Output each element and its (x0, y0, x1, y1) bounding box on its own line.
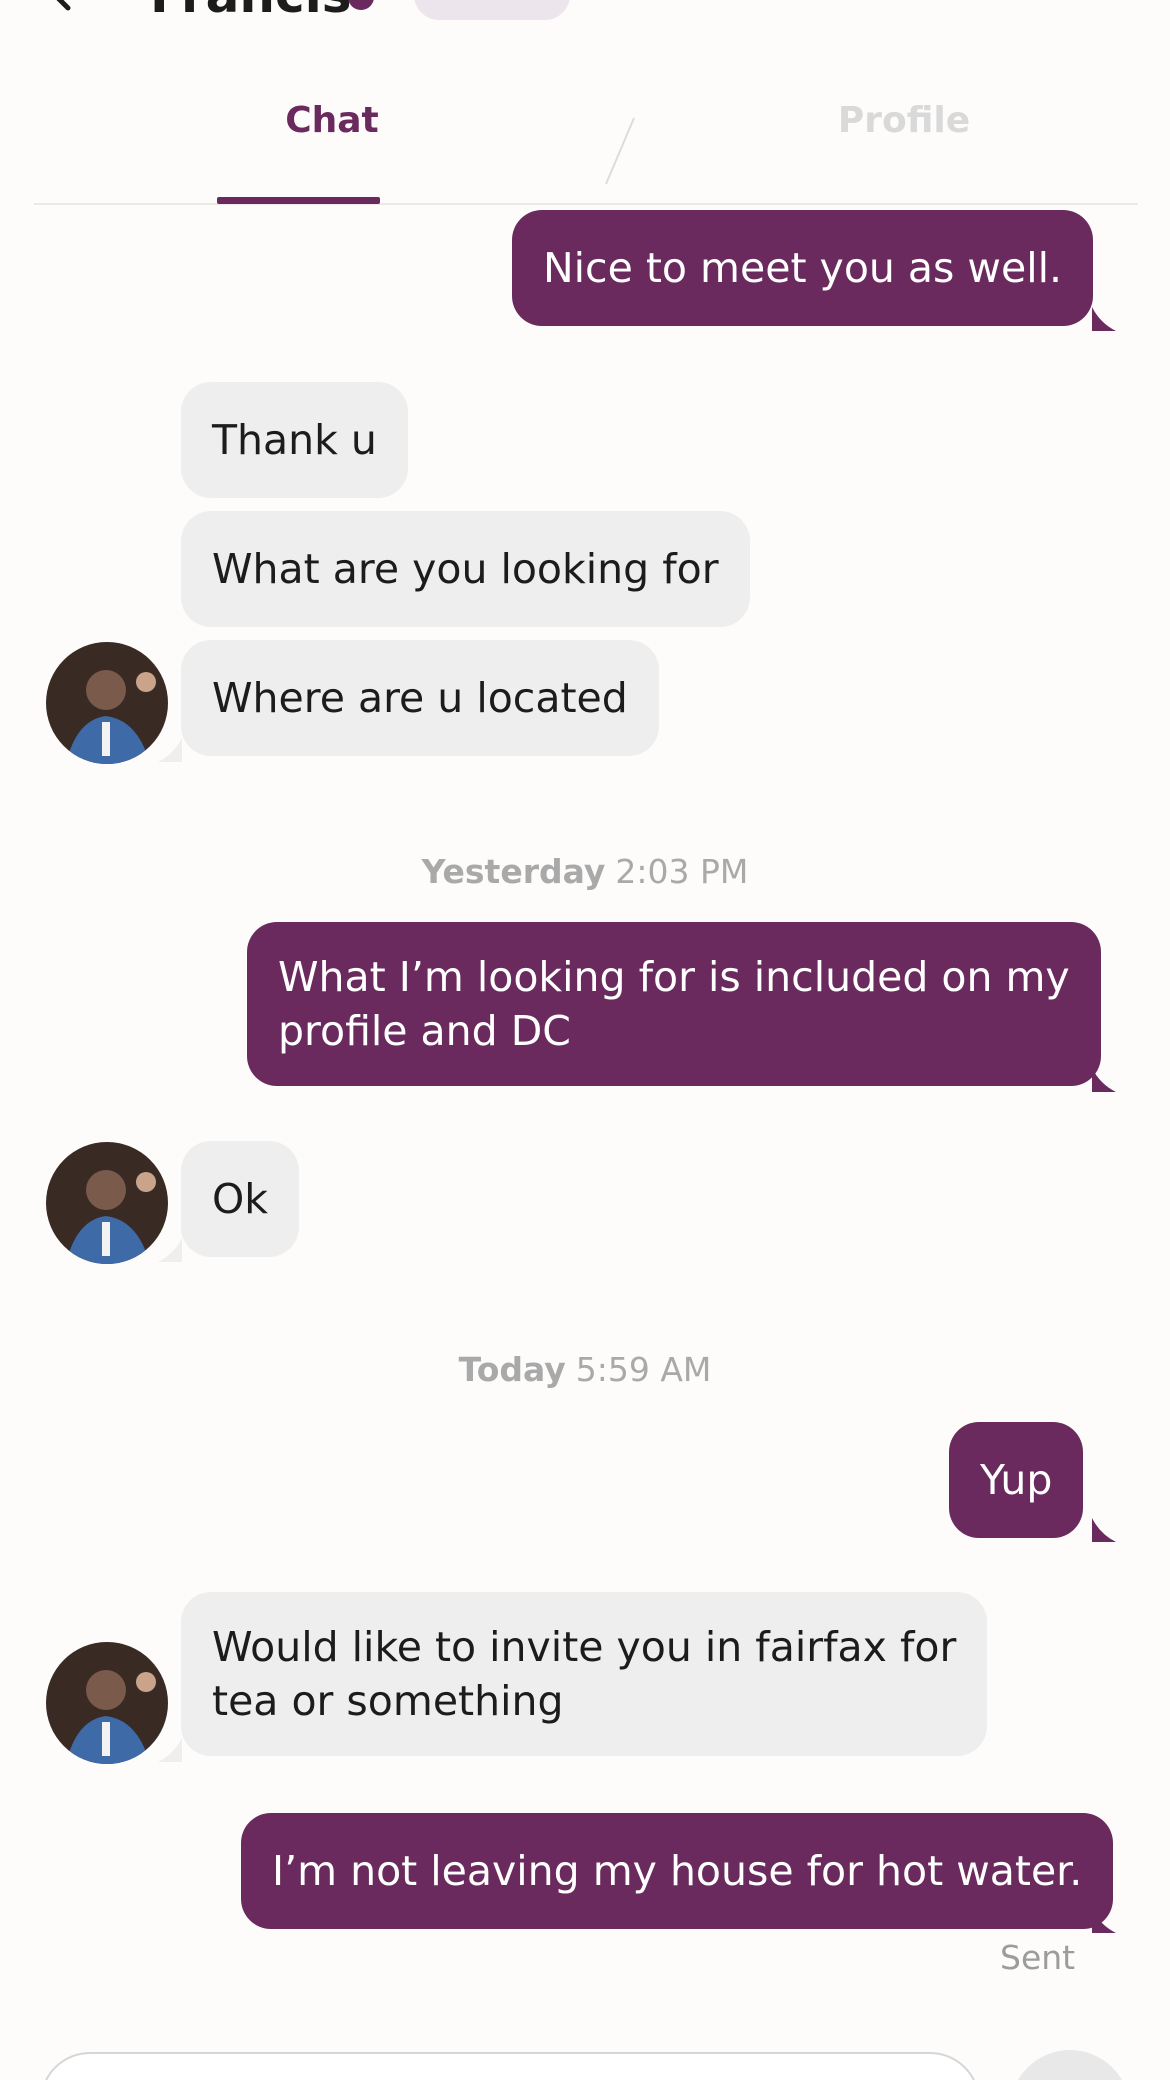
bubble-tail (1092, 1518, 1116, 1542)
chat-screen: Francis Chat Profile Nice to meet you as… (0, 0, 1170, 2080)
bubble-tail (1092, 1909, 1116, 1933)
timestamp-time: 2:03 PM (615, 852, 749, 891)
bubble-tail (158, 738, 182, 762)
avatar[interactable] (46, 642, 168, 764)
message-status: Sent (1000, 1938, 1076, 1977)
tab-chat[interactable]: Chat (202, 100, 462, 141)
avatar-photo (46, 1142, 168, 1264)
message-bubble-incoming[interactable]: What are you looking for (181, 511, 750, 627)
chat-header: Francis (0, 0, 1170, 30)
avatar-photo (46, 642, 168, 764)
bubble-tail (1092, 307, 1116, 331)
message-bubble-incoming[interactable]: Thank u (181, 382, 408, 498)
header-badge[interactable] (414, 0, 570, 20)
bubble-tail (158, 1238, 182, 1262)
send-button[interactable] (1010, 2050, 1130, 2080)
timestamp-day: Today (458, 1350, 566, 1389)
contact-name[interactable]: Francis (150, 0, 352, 24)
message-bubble-outgoing[interactable]: Nice to meet you as well. (512, 210, 1094, 326)
bubble-tail (158, 1738, 182, 1762)
timestamp-day: Yesterday (421, 852, 606, 891)
chevron-left-icon[interactable] (40, 0, 80, 12)
timestamp-divider: Today 5:59 AM (0, 1350, 1170, 1389)
message-bubble-incoming[interactable]: Would like to invite you in fairfax for … (181, 1592, 988, 1756)
message-input[interactable] (40, 2052, 980, 2080)
message-bubble-outgoing[interactable]: I’m not leaving my house for hot water. (241, 1813, 1114, 1929)
message-bubble-incoming[interactable]: Ok (181, 1141, 300, 1257)
timestamp-divider: Yesterday 2:03 PM (0, 852, 1170, 891)
tab-divider (605, 117, 635, 185)
active-tab-indicator (217, 197, 380, 204)
avatar[interactable] (46, 1642, 168, 1764)
tab-profile[interactable]: Profile (774, 100, 1034, 141)
verified-badge-icon (348, 0, 374, 10)
chat-tabs: Chat Profile (34, 60, 1138, 205)
message-bubble-outgoing[interactable]: What I’m looking for is included on my p… (247, 922, 1101, 1086)
bubble-tail (1092, 1068, 1116, 1092)
message-bubble-outgoing[interactable]: Yup (949, 1422, 1084, 1538)
avatar[interactable] (46, 1142, 168, 1264)
message-bubble-incoming[interactable]: Where are u located (181, 640, 659, 756)
avatar-photo (46, 1642, 168, 1764)
timestamp-time: 5:59 AM (575, 1350, 712, 1389)
